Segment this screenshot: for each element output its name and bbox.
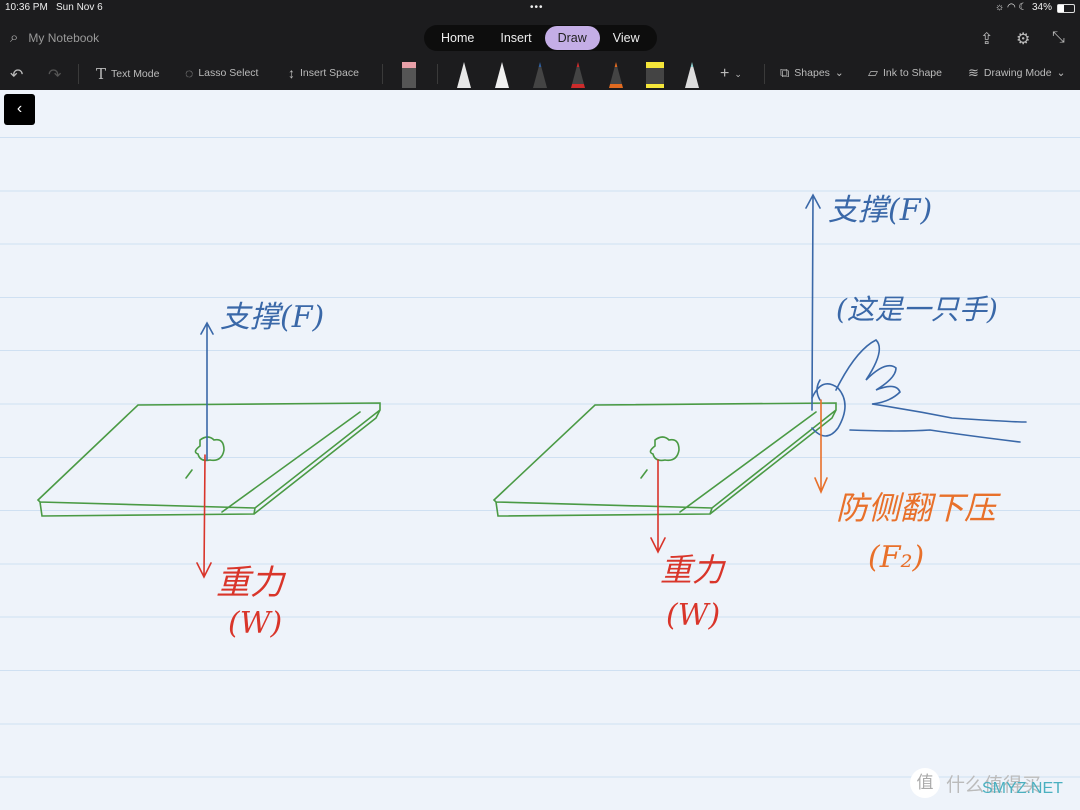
watermark-url: SMYZ.NET — [982, 780, 1063, 797]
left-gravity-label: 重力 — [216, 563, 284, 603]
press-symbol: (F₂) — [868, 540, 925, 575]
press-arrow — [814, 399, 828, 495]
hand-note: (这是一只手) — [836, 293, 998, 326]
hand-sketch — [811, 339, 1027, 443]
right-gravity-symbol: (W) — [666, 598, 721, 633]
left-support-label: 支撑(F) — [220, 300, 325, 335]
watermark: 值 什么值得买 SMYZ.NET — [910, 768, 1063, 798]
right-gravity-label: 重力 — [660, 551, 725, 589]
ink-drawing — [36, 193, 1027, 579]
press-label: 防侧翻下压 — [836, 489, 997, 527]
left-gravity-symbol: (W) — [228, 606, 283, 641]
watermark-logo: 值 — [910, 768, 940, 798]
laptop-right — [492, 402, 837, 517]
right-support-label: 支撑(F) — [828, 193, 933, 228]
laptop-left — [36, 402, 381, 517]
